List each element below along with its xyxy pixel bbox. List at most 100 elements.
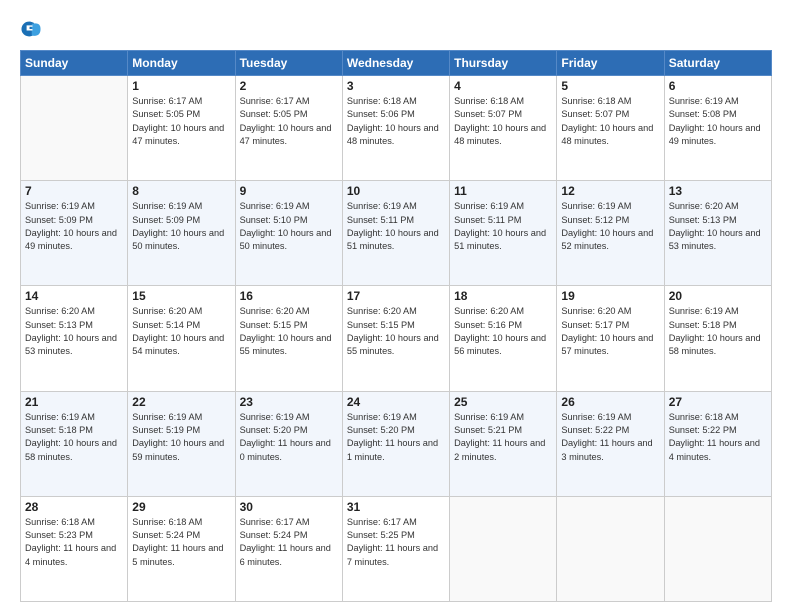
- day-number: 29: [132, 500, 230, 514]
- sun-info: Sunrise: 6:19 AM Sunset: 5:09 PM Dayligh…: [132, 200, 230, 253]
- week-row-3: 14 Sunrise: 6:20 AM Sunset: 5:13 PM Dayli…: [21, 286, 772, 391]
- calendar-cell: [21, 76, 128, 181]
- calendar-cell: [664, 496, 771, 601]
- col-header-sunday: Sunday: [21, 51, 128, 76]
- sun-info: Sunrise: 6:17 AM Sunset: 5:25 PM Dayligh…: [347, 516, 445, 569]
- sun-info: Sunrise: 6:18 AM Sunset: 5:24 PM Dayligh…: [132, 516, 230, 569]
- calendar-cell: 25 Sunrise: 6:19 AM Sunset: 5:21 PM Dayli…: [450, 391, 557, 496]
- calendar-table: SundayMondayTuesdayWednesdayThursdayFrid…: [20, 50, 772, 602]
- page: SundayMondayTuesdayWednesdayThursdayFrid…: [0, 0, 792, 612]
- day-number: 23: [240, 395, 338, 409]
- day-number: 18: [454, 289, 552, 303]
- calendar-cell: 12 Sunrise: 6:19 AM Sunset: 5:12 PM Dayli…: [557, 181, 664, 286]
- sun-info: Sunrise: 6:19 AM Sunset: 5:20 PM Dayligh…: [240, 411, 338, 464]
- sun-info: Sunrise: 6:18 AM Sunset: 5:23 PM Dayligh…: [25, 516, 123, 569]
- day-number: 30: [240, 500, 338, 514]
- calendar-cell: 27 Sunrise: 6:18 AM Sunset: 5:22 PM Dayli…: [664, 391, 771, 496]
- day-number: 27: [669, 395, 767, 409]
- calendar-cell: 31 Sunrise: 6:17 AM Sunset: 5:25 PM Dayli…: [342, 496, 449, 601]
- sun-info: Sunrise: 6:20 AM Sunset: 5:15 PM Dayligh…: [347, 305, 445, 358]
- calendar-cell: 6 Sunrise: 6:19 AM Sunset: 5:08 PM Daylig…: [664, 76, 771, 181]
- week-row-1: 1Sunrise: 6:17 AM Sunset: 5:05 PM Daylig…: [21, 76, 772, 181]
- col-header-monday: Monday: [128, 51, 235, 76]
- calendar-cell: 28Sunrise: 6:18 AM Sunset: 5:23 PM Dayli…: [21, 496, 128, 601]
- day-number: 2: [240, 79, 338, 93]
- header-row: SundayMondayTuesdayWednesdayThursdayFrid…: [21, 51, 772, 76]
- calendar-cell: 11 Sunrise: 6:19 AM Sunset: 5:11 PM Dayli…: [450, 181, 557, 286]
- sun-info: Sunrise: 6:19 AM Sunset: 5:21 PM Dayligh…: [454, 411, 552, 464]
- sun-info: Sunrise: 6:19 AM Sunset: 5:08 PM Dayligh…: [669, 95, 767, 148]
- sun-info: Sunrise: 6:19 AM Sunset: 5:20 PM Dayligh…: [347, 411, 445, 464]
- calendar-cell: [557, 496, 664, 601]
- logo: [20, 18, 46, 40]
- day-number: 22: [132, 395, 230, 409]
- col-header-wednesday: Wednesday: [342, 51, 449, 76]
- day-number: 24: [347, 395, 445, 409]
- col-header-saturday: Saturday: [664, 51, 771, 76]
- sun-info: Sunrise: 6:20 AM Sunset: 5:14 PM Dayligh…: [132, 305, 230, 358]
- sun-info: Sunrise: 6:20 AM Sunset: 5:13 PM Dayligh…: [25, 305, 123, 358]
- day-number: 4: [454, 79, 552, 93]
- day-number: 13: [669, 184, 767, 198]
- sun-info: Sunrise: 6:18 AM Sunset: 5:22 PM Dayligh…: [669, 411, 767, 464]
- day-number: 6: [669, 79, 767, 93]
- calendar-cell: 20 Sunrise: 6:19 AM Sunset: 5:18 PM Dayli…: [664, 286, 771, 391]
- col-header-friday: Friday: [557, 51, 664, 76]
- day-number: 12: [561, 184, 659, 198]
- calendar-cell: 5Sunrise: 6:18 AM Sunset: 5:07 PM Daylig…: [557, 76, 664, 181]
- day-number: 14: [25, 289, 123, 303]
- sun-info: Sunrise: 6:20 AM Sunset: 5:17 PM Dayligh…: [561, 305, 659, 358]
- col-header-thursday: Thursday: [450, 51, 557, 76]
- day-number: 17: [347, 289, 445, 303]
- calendar-cell: 3 Sunrise: 6:18 AM Sunset: 5:06 PM Daylig…: [342, 76, 449, 181]
- sun-info: Sunrise: 6:19 AM Sunset: 5:09 PM Dayligh…: [25, 200, 123, 253]
- day-number: 20: [669, 289, 767, 303]
- calendar-cell: 16Sunrise: 6:20 AM Sunset: 5:15 PM Dayli…: [235, 286, 342, 391]
- calendar-cell: 17 Sunrise: 6:20 AM Sunset: 5:15 PM Dayli…: [342, 286, 449, 391]
- day-number: 3: [347, 79, 445, 93]
- calendar-cell: 15Sunrise: 6:20 AM Sunset: 5:14 PM Dayli…: [128, 286, 235, 391]
- calendar-cell: 7 Sunrise: 6:19 AM Sunset: 5:09 PM Daylig…: [21, 181, 128, 286]
- sun-info: Sunrise: 6:19 AM Sunset: 5:18 PM Dayligh…: [669, 305, 767, 358]
- calendar-cell: 18 Sunrise: 6:20 AM Sunset: 5:16 PM Dayli…: [450, 286, 557, 391]
- day-number: 19: [561, 289, 659, 303]
- sun-info: Sunrise: 6:19 AM Sunset: 5:11 PM Dayligh…: [454, 200, 552, 253]
- calendar-cell: 4 Sunrise: 6:18 AM Sunset: 5:07 PM Daylig…: [450, 76, 557, 181]
- day-number: 31: [347, 500, 445, 514]
- week-row-5: 28Sunrise: 6:18 AM Sunset: 5:23 PM Dayli…: [21, 496, 772, 601]
- day-number: 21: [25, 395, 123, 409]
- week-row-2: 7 Sunrise: 6:19 AM Sunset: 5:09 PM Daylig…: [21, 181, 772, 286]
- sun-info: Sunrise: 6:19 AM Sunset: 5:18 PM Dayligh…: [25, 411, 123, 464]
- calendar-cell: 26 Sunrise: 6:19 AM Sunset: 5:22 PM Dayli…: [557, 391, 664, 496]
- sun-info: Sunrise: 6:18 AM Sunset: 5:07 PM Dayligh…: [454, 95, 552, 148]
- sun-info: Sunrise: 6:17 AM Sunset: 5:05 PM Dayligh…: [132, 95, 230, 148]
- day-number: 8: [132, 184, 230, 198]
- sun-info: Sunrise: 6:19 AM Sunset: 5:19 PM Dayligh…: [132, 411, 230, 464]
- day-number: 11: [454, 184, 552, 198]
- sun-info: Sunrise: 6:19 AM Sunset: 5:11 PM Dayligh…: [347, 200, 445, 253]
- sun-info: Sunrise: 6:19 AM Sunset: 5:12 PM Dayligh…: [561, 200, 659, 253]
- sun-info: Sunrise: 6:17 AM Sunset: 5:05 PM Dayligh…: [240, 95, 338, 148]
- day-number: 25: [454, 395, 552, 409]
- logo-icon: [20, 18, 42, 40]
- col-header-tuesday: Tuesday: [235, 51, 342, 76]
- day-number: 5: [561, 79, 659, 93]
- sun-info: Sunrise: 6:20 AM Sunset: 5:13 PM Dayligh…: [669, 200, 767, 253]
- sun-info: Sunrise: 6:20 AM Sunset: 5:16 PM Dayligh…: [454, 305, 552, 358]
- day-number: 7: [25, 184, 123, 198]
- sun-info: Sunrise: 6:20 AM Sunset: 5:15 PM Dayligh…: [240, 305, 338, 358]
- sun-info: Sunrise: 6:19 AM Sunset: 5:22 PM Dayligh…: [561, 411, 659, 464]
- sun-info: Sunrise: 6:18 AM Sunset: 5:06 PM Dayligh…: [347, 95, 445, 148]
- day-number: 9: [240, 184, 338, 198]
- sun-info: Sunrise: 6:17 AM Sunset: 5:24 PM Dayligh…: [240, 516, 338, 569]
- calendar-cell: 24 Sunrise: 6:19 AM Sunset: 5:20 PM Dayli…: [342, 391, 449, 496]
- calendar-cell: 21 Sunrise: 6:19 AM Sunset: 5:18 PM Dayli…: [21, 391, 128, 496]
- day-number: 26: [561, 395, 659, 409]
- calendar-cell: 10 Sunrise: 6:19 AM Sunset: 5:11 PM Dayli…: [342, 181, 449, 286]
- day-number: 10: [347, 184, 445, 198]
- week-row-4: 21 Sunrise: 6:19 AM Sunset: 5:18 PM Dayli…: [21, 391, 772, 496]
- calendar-cell: 19 Sunrise: 6:20 AM Sunset: 5:17 PM Dayli…: [557, 286, 664, 391]
- calendar-cell: 2 Sunrise: 6:17 AM Sunset: 5:05 PM Daylig…: [235, 76, 342, 181]
- calendar-cell: 23 Sunrise: 6:19 AM Sunset: 5:20 PM Dayli…: [235, 391, 342, 496]
- calendar-cell: 30 Sunrise: 6:17 AM Sunset: 5:24 PM Dayli…: [235, 496, 342, 601]
